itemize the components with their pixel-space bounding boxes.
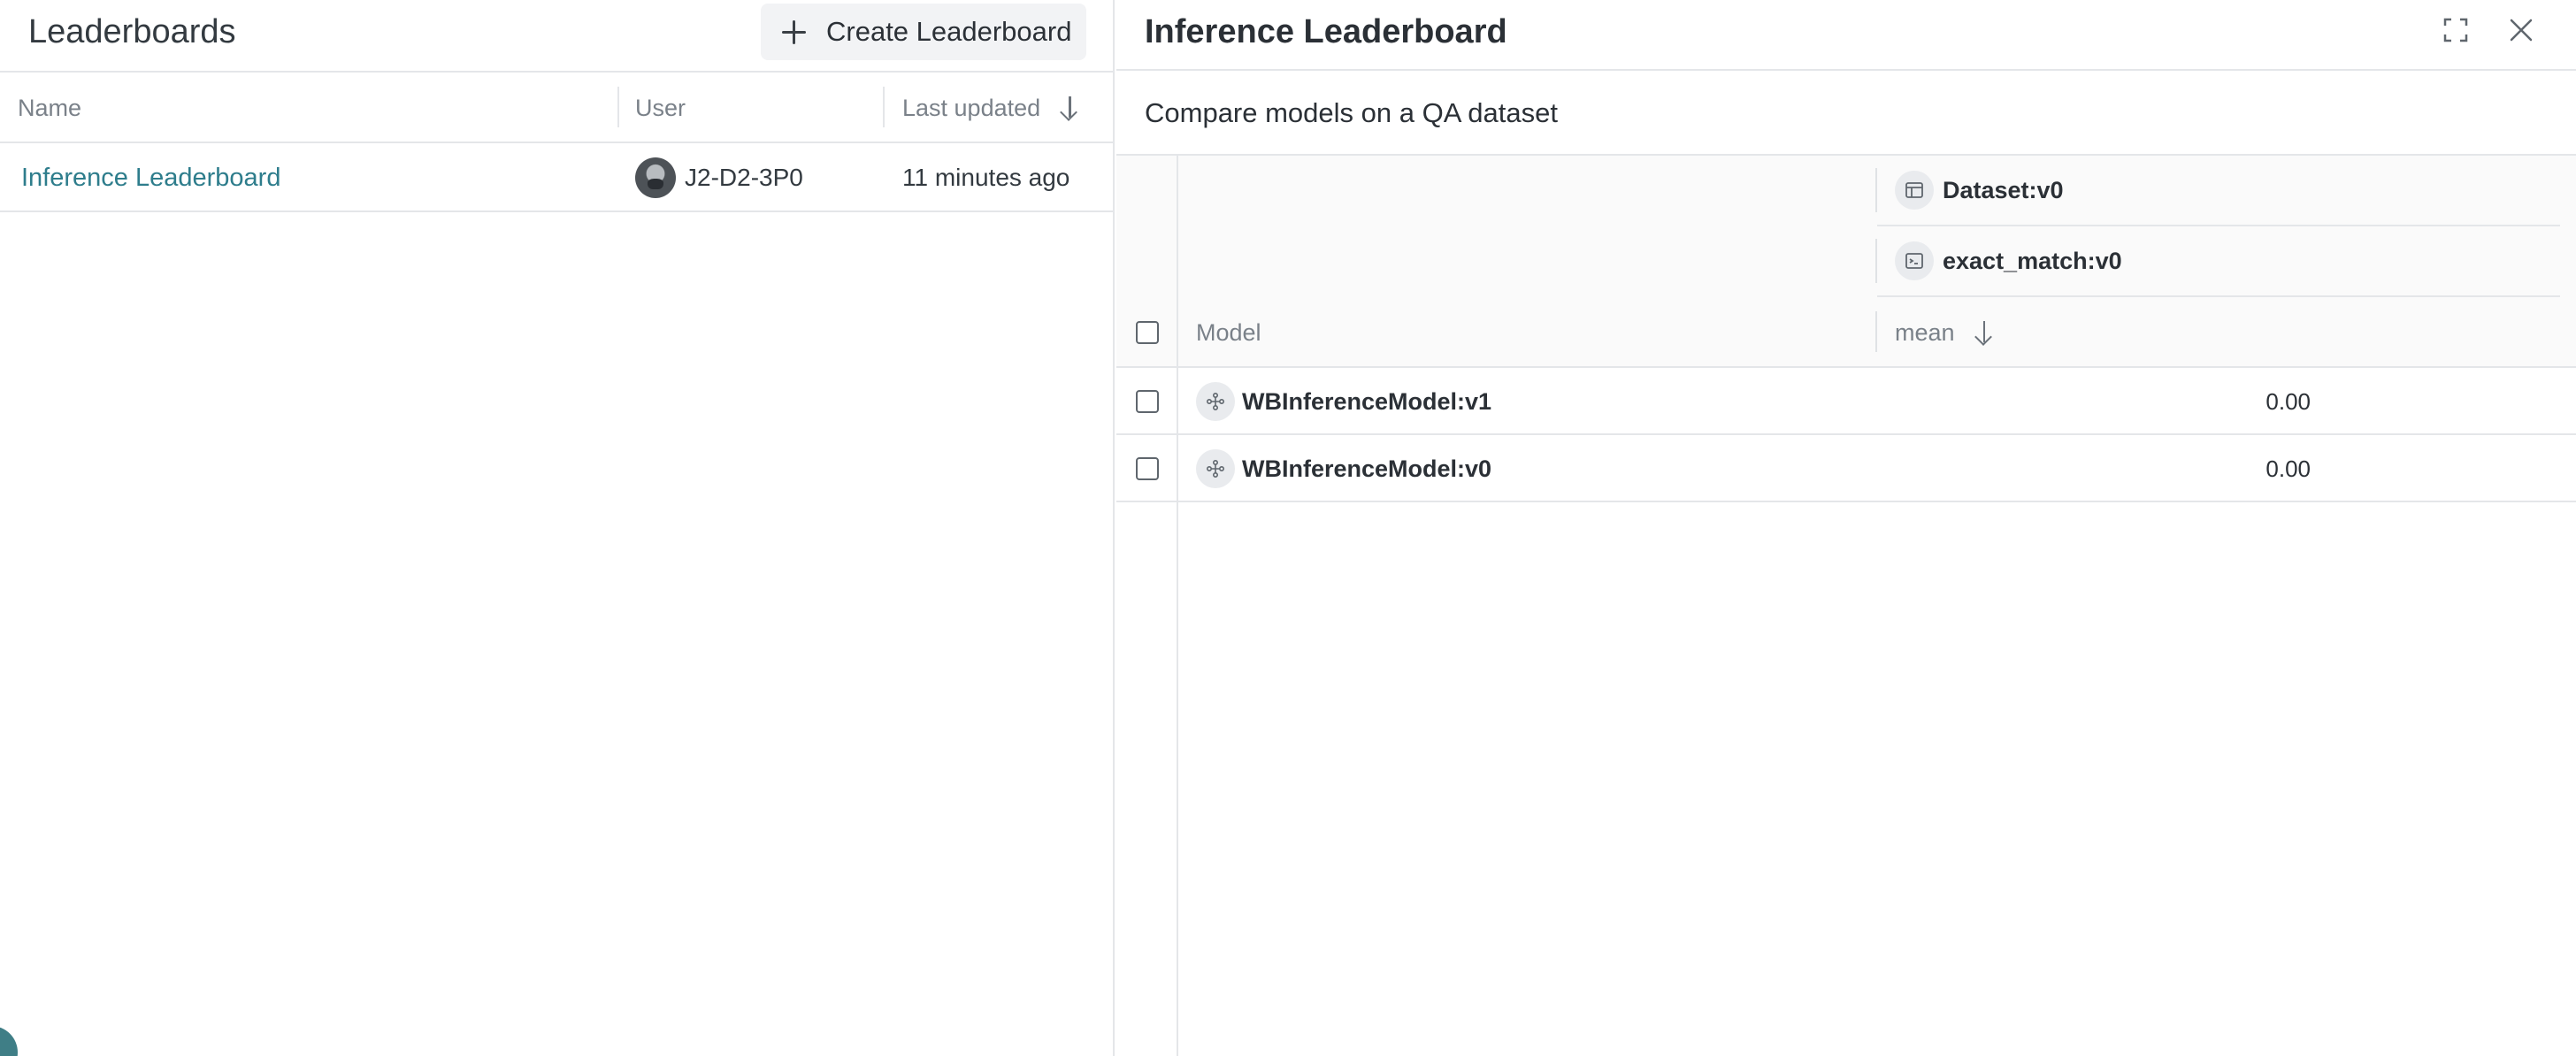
column-header-model[interactable]: Model [1196, 297, 1261, 368]
sort-down-icon[interactable] [1973, 320, 1996, 345]
row-user: J2-D2-3P0 [635, 143, 803, 212]
corner-decoration [0, 1026, 18, 1056]
model-icon [1196, 449, 1235, 488]
fullscreen-icon[interactable] [2443, 18, 2468, 42]
column-header-name[interactable]: Name [18, 73, 81, 143]
column-header-last-updated[interactable]: Last updated [902, 73, 1081, 143]
divider [1875, 311, 1877, 352]
sort-down-icon[interactable] [1058, 96, 1081, 120]
leaderboard-detail-panel: Inference Leaderboard Compare models on … [1116, 0, 2576, 1056]
app: Leaderboards Create Leaderboard Name Use… [0, 0, 2576, 1056]
checkbox-column [1116, 156, 1178, 1056]
divider [1875, 168, 1877, 212]
column-resize-handle[interactable] [617, 87, 619, 127]
column-header-last-updated-label: Last updated [902, 94, 1041, 121]
table-row[interactable]: Inference Leaderboard J2-D2-3P0 11 minut… [0, 143, 1115, 212]
column-header-user[interactable]: User [635, 73, 686, 143]
model-name: WBInferenceModel:v0 [1242, 455, 1492, 482]
model-cell[interactable]: WBInferenceModel:v1 [1196, 368, 1491, 435]
description-bar: Compare models on a QA dataset [1116, 71, 2576, 156]
grid-column-header-row: Model mean [1116, 297, 2576, 368]
divider [1875, 239, 1877, 283]
avatar [635, 157, 676, 198]
model-icon [1196, 382, 1235, 421]
table-row[interactable]: WBInferenceModel:v0 0.00 [1116, 435, 2576, 502]
mean-value: 0.00 [2266, 387, 2311, 415]
scorer-icon [1895, 241, 1934, 280]
leaderboards-list-panel: Leaderboards Create Leaderboard Name Use… [0, 0, 1115, 1056]
dataset-group-header[interactable]: Dataset:v0 [1875, 156, 2560, 226]
create-leaderboard-button[interactable]: Create Leaderboard [761, 4, 1086, 60]
list-header: Leaderboards Create Leaderboard [0, 0, 1115, 73]
close-icon[interactable] [2507, 16, 2535, 44]
scorer-label: exact_match:v0 [1943, 247, 2122, 274]
dataset-icon [1895, 171, 1934, 210]
page-title: Leaderboards [28, 13, 236, 50]
grid-header: Dataset:v0 exact_match:v0 Model mean [1116, 156, 2576, 368]
detail-title: Inference Leaderboard [1145, 13, 1507, 50]
table-header: Name User Last updated [0, 73, 1115, 143]
last-updated-value: 11 minutes ago [902, 164, 1070, 191]
row-checkbox[interactable] [1136, 457, 1159, 480]
detail-header: Inference Leaderboard [1116, 0, 2576, 71]
model-name: WBInferenceModel:v1 [1242, 387, 1492, 415]
scorer-group-header[interactable]: exact_match:v0 [1875, 226, 2560, 297]
plus-icon [780, 19, 807, 45]
table-row[interactable]: WBInferenceModel:v1 0.00 [1116, 368, 2576, 435]
column-header-mean[interactable]: mean [1895, 297, 1996, 368]
column-resize-handle[interactable] [883, 87, 885, 127]
model-cell[interactable]: WBInferenceModel:v0 [1196, 435, 1491, 502]
leaderboard-name-link[interactable]: Inference Leaderboard [21, 143, 280, 212]
mean-value: 0.00 [2266, 455, 2311, 482]
leaderboard-grid: Dataset:v0 exact_match:v0 Model mean WBI… [1116, 156, 2576, 1056]
leaderboard-description: Compare models on a QA dataset [1145, 97, 1558, 128]
user-name: J2-D2-3P0 [685, 164, 803, 191]
row-checkbox[interactable] [1136, 390, 1159, 413]
column-header-mean-label: mean [1895, 318, 1955, 346]
dataset-label: Dataset:v0 [1943, 176, 2064, 203]
create-leaderboard-label: Create Leaderboard [826, 16, 1072, 47]
